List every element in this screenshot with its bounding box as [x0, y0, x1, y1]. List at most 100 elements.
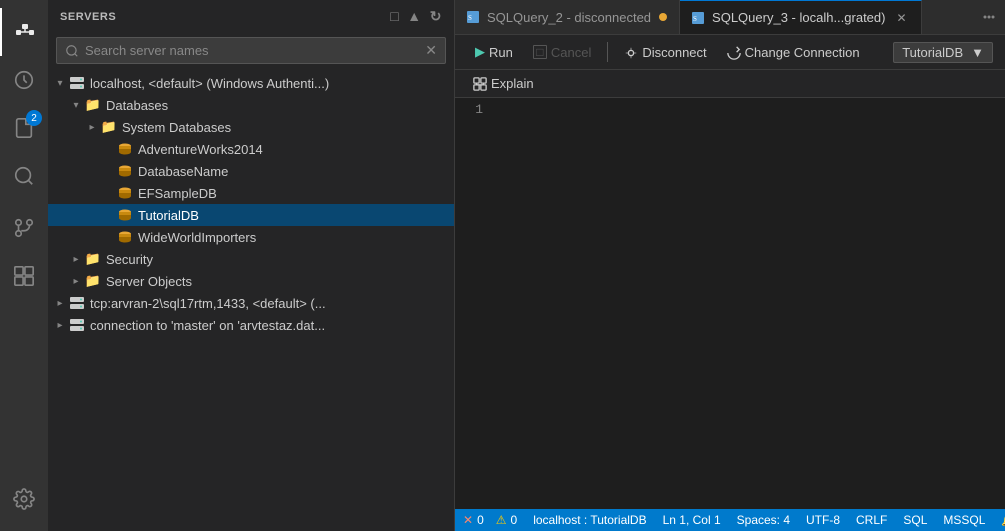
status-bar: ✕ 0 ⚠ 0 localhost : TutorialDB Ln 1, Col…	[455, 509, 1005, 531]
tree-item-system-databases[interactable]: 📁 System Databases	[48, 116, 454, 138]
sidebar-item-settings[interactable]	[0, 475, 48, 523]
tab-bar: S SQLQuery_2 - disconnected S SQLQuery_3…	[455, 0, 1005, 35]
status-line-ending: CRLF	[856, 513, 887, 527]
arrow-server-objects	[68, 276, 84, 287]
status-right: localhost : TutorialDB Ln 1, Col 1 Space…	[533, 513, 1005, 527]
disconnect-label: Disconnect	[642, 45, 706, 60]
tab-close-sqlquery3[interactable]: ✕	[893, 10, 909, 26]
explain-bar: Explain	[455, 70, 1005, 98]
label-efsampledb: EFSampleDB	[138, 186, 217, 201]
tree-item-databases[interactable]: 📁 Databases	[48, 94, 454, 116]
tree-item-connection-master[interactable]: connection to 'master' on 'arvtestaz.dat…	[48, 314, 454, 336]
status-notification-icon[interactable]: 🔔	[1001, 513, 1005, 527]
db-icon-efsampledb	[116, 184, 134, 202]
toolbar-separator-1	[607, 42, 608, 62]
svg-text:S: S	[693, 15, 697, 23]
server-icon-master	[68, 316, 86, 334]
run-button[interactable]: ▶ Run	[467, 41, 521, 63]
arrow-connection-master	[52, 320, 68, 331]
label-tutorialdb: TutorialDB	[138, 208, 199, 223]
svg-text:S: S	[468, 14, 472, 22]
sql-file-icon-3: S	[692, 12, 704, 24]
tree-item-security[interactable]: 📁 Security	[48, 248, 454, 270]
tree-item-databasename[interactable]: DatabaseName	[48, 160, 454, 182]
label-databases: Databases	[106, 98, 168, 113]
tree-item-efsampledb[interactable]: EFSampleDB	[48, 182, 454, 204]
label-databasename: DatabaseName	[138, 164, 228, 179]
search-icon	[65, 44, 79, 58]
tree-item-tutorialdb[interactable]: TutorialDB	[48, 204, 454, 226]
editor-area: 1	[455, 98, 1005, 509]
disconnect-button[interactable]: Disconnect	[616, 41, 714, 63]
main-container: SERVERS □ ▲ ↻ ✕ localhost, <defaul	[48, 0, 1005, 531]
tab-dot-sqlquery2	[659, 13, 667, 21]
tab-label-sqlquery3: SQLQuery_3 - localh...grated)	[712, 10, 885, 25]
cancel-label: Cancel	[551, 45, 591, 60]
new-connection-icon[interactable]: □	[390, 8, 399, 25]
search-input[interactable]	[85, 43, 419, 58]
sidebar-header-actions: □ ▲ ↻	[390, 8, 442, 25]
label-adventureworks: AdventureWorks2014	[138, 142, 263, 157]
folder-icon-server-objects: 📁	[84, 272, 102, 290]
change-connection-label: Change Connection	[745, 45, 860, 60]
db-selector[interactable]: TutorialDB ▼	[893, 42, 993, 63]
status-db-type: MSSQL	[943, 513, 985, 527]
activity-bar: 2	[0, 0, 48, 531]
arrow-system-databases	[84, 122, 100, 133]
right-panel: S SQLQuery_2 - disconnected S SQLQuery_3…	[455, 0, 1005, 531]
tree-item-localhost[interactable]: localhost, <default> (Windows Authenti..…	[48, 72, 454, 94]
tab-sqlquery2[interactable]: S SQLQuery_2 - disconnected	[455, 0, 680, 34]
tree-item-adventureworks[interactable]: AdventureWorks2014	[48, 138, 454, 160]
label-tcp-server: tcp:arvran-2\sql17rtm,1433, <default> (.…	[90, 296, 326, 311]
sidebar-item-connections[interactable]	[0, 8, 48, 56]
db-icon-wideworldimporters	[116, 228, 134, 246]
label-server-objects: Server Objects	[106, 274, 192, 289]
sidebar-item-history[interactable]	[0, 56, 48, 104]
folder-icon-security: 📁	[84, 250, 102, 268]
db-icon-databasename	[116, 162, 134, 180]
label-security: Security	[106, 252, 153, 267]
servers-title: SERVERS	[60, 11, 116, 23]
db-icon-tutorialdb	[116, 206, 134, 224]
run-icon: ▶	[475, 44, 485, 60]
explain-button[interactable]: Explain	[467, 74, 540, 93]
status-error-count: 0	[477, 513, 484, 527]
tree-item-wideworldimporters[interactable]: WideWorldImporters	[48, 226, 454, 248]
editor-content[interactable]	[495, 98, 1005, 509]
line-number-1: 1	[455, 102, 483, 117]
sidebar-item-files[interactable]: 2	[0, 104, 48, 152]
arrow-databases	[68, 100, 84, 111]
tab-more-button[interactable]	[973, 0, 1005, 34]
tab-sqlquery3[interactable]: S SQLQuery_3 - localh...grated) ✕	[680, 0, 922, 34]
status-position: Ln 1, Col 1	[663, 513, 721, 527]
refresh-icon[interactable]: ↻	[430, 8, 442, 25]
folder-icon-databases: 📁	[84, 96, 102, 114]
label-wideworldimporters: WideWorldImporters	[138, 230, 256, 245]
sidebar: SERVERS □ ▲ ↻ ✕ localhost, <defaul	[48, 0, 455, 531]
tree-item-server-objects[interactable]: 📁 Server Objects	[48, 270, 454, 292]
sql-file-icon-2: S	[467, 11, 479, 23]
sidebar-item-extensions[interactable]	[0, 252, 48, 300]
db-selector-arrow: ▼	[971, 45, 984, 60]
label-localhost: localhost, <default> (Windows Authenti..…	[90, 76, 329, 91]
label-connection-master: connection to 'master' on 'arvtestaz.dat…	[90, 318, 325, 333]
status-spaces: Spaces: 4	[737, 513, 790, 527]
sidebar-item-git[interactable]	[0, 204, 48, 252]
db-icon-adventureworks	[116, 140, 134, 158]
server-icon-tcp	[68, 294, 86, 312]
arrow-localhost	[52, 78, 68, 89]
change-connection-icon	[727, 44, 741, 60]
cancel-button[interactable]: □ Cancel	[525, 42, 599, 63]
status-encoding: UTF-8	[806, 513, 840, 527]
folder-icon-system-databases: 📁	[100, 118, 118, 136]
add-server-icon[interactable]: ▲	[407, 8, 421, 25]
status-warning-count: 0	[511, 513, 518, 527]
clear-search-icon[interactable]: ✕	[425, 42, 437, 59]
tree-item-tcp-server[interactable]: tcp:arvran-2\sql17rtm,1433, <default> (.…	[48, 292, 454, 314]
tab-label-sqlquery2: SQLQuery_2 - disconnected	[487, 10, 651, 25]
sidebar-item-search[interactable]	[0, 152, 48, 200]
explain-label: Explain	[491, 76, 534, 91]
run-label: Run	[489, 45, 513, 60]
status-connection[interactable]: localhost : TutorialDB	[533, 513, 646, 527]
change-connection-button[interactable]: Change Connection	[719, 41, 868, 63]
